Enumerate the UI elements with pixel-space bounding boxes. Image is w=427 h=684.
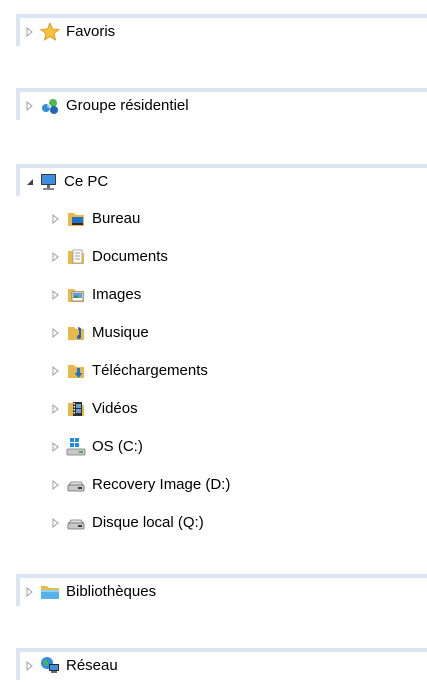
- expand-arrow-icon[interactable]: [24, 660, 36, 672]
- nav-homegroup[interactable]: Groupe résidentiel: [16, 88, 427, 120]
- nav-item-label: Bureau: [92, 210, 141, 227]
- nav-libraries[interactable]: Bibliothèques: [16, 574, 427, 606]
- music-folder-icon: [66, 323, 86, 343]
- nav-item-documents[interactable]: Documents: [0, 245, 427, 269]
- nav-item-local-q[interactable]: Disque local (Q:): [0, 511, 427, 535]
- downloads-folder-icon: [66, 361, 86, 381]
- nav-this-pc-label: Ce PC: [64, 173, 109, 190]
- nav-item-musique[interactable]: Musique: [0, 321, 427, 345]
- nav-item-recovery-d[interactable]: Recovery Image (D:): [0, 473, 427, 497]
- nav-favorites[interactable]: Favoris: [16, 14, 427, 46]
- expand-arrow-icon[interactable]: [50, 517, 62, 529]
- nav-item-os-c[interactable]: OS (C:): [0, 435, 427, 459]
- expand-arrow-icon[interactable]: [24, 26, 36, 38]
- nav-network-label: Réseau: [66, 657, 118, 674]
- nav-item-label: Disque local (Q:): [92, 514, 204, 531]
- nav-item-label: OS (C:): [92, 438, 143, 455]
- homegroup-icon: [40, 96, 60, 116]
- expand-arrow-icon[interactable]: [50, 365, 62, 377]
- nav-item-images[interactable]: Images: [0, 283, 427, 307]
- nav-item-videos[interactable]: Vidéos: [0, 397, 427, 421]
- expand-arrow-icon[interactable]: [50, 327, 62, 339]
- drive-icon: [66, 513, 86, 533]
- nav-item-label: Images: [92, 286, 142, 303]
- collapse-arrow-icon[interactable]: [24, 176, 36, 188]
- nav-this-pc[interactable]: Ce PC: [16, 164, 427, 196]
- expand-arrow-icon[interactable]: [50, 403, 62, 415]
- videos-folder-icon: [66, 399, 86, 419]
- nav-item-label: Vidéos: [92, 400, 138, 417]
- pictures-folder-icon: [66, 285, 86, 305]
- expand-arrow-icon[interactable]: [50, 251, 62, 263]
- nav-network[interactable]: Réseau: [16, 648, 427, 680]
- nav-item-label: Documents: [92, 248, 168, 265]
- nav-favorites-label: Favoris: [66, 23, 116, 40]
- expand-arrow-icon[interactable]: [50, 289, 62, 301]
- nav-item-label: Musique: [92, 324, 149, 341]
- expand-arrow-icon[interactable]: [50, 479, 62, 491]
- star-icon: [40, 22, 60, 42]
- nav-homegroup-label: Groupe résidentiel: [66, 97, 189, 114]
- computer-icon: [38, 172, 58, 192]
- expand-arrow-icon[interactable]: [50, 213, 62, 225]
- expand-arrow-icon[interactable]: [50, 441, 62, 453]
- expand-arrow-icon[interactable]: [24, 586, 36, 598]
- libraries-icon: [40, 582, 60, 602]
- drive-icon: [66, 475, 86, 495]
- nav-item-telechargements[interactable]: Téléchargements: [0, 359, 427, 383]
- nav-item-label: Téléchargements: [92, 362, 208, 379]
- nav-item-label: Recovery Image (D:): [92, 476, 231, 493]
- nav-libraries-label: Bibliothèques: [66, 583, 157, 600]
- expand-arrow-icon[interactable]: [24, 100, 36, 112]
- system-drive-icon: [66, 437, 86, 457]
- nav-item-bureau[interactable]: Bureau: [0, 207, 427, 231]
- documents-folder-icon: [66, 247, 86, 267]
- network-icon: [40, 656, 60, 676]
- desktop-folder-icon: [66, 209, 86, 229]
